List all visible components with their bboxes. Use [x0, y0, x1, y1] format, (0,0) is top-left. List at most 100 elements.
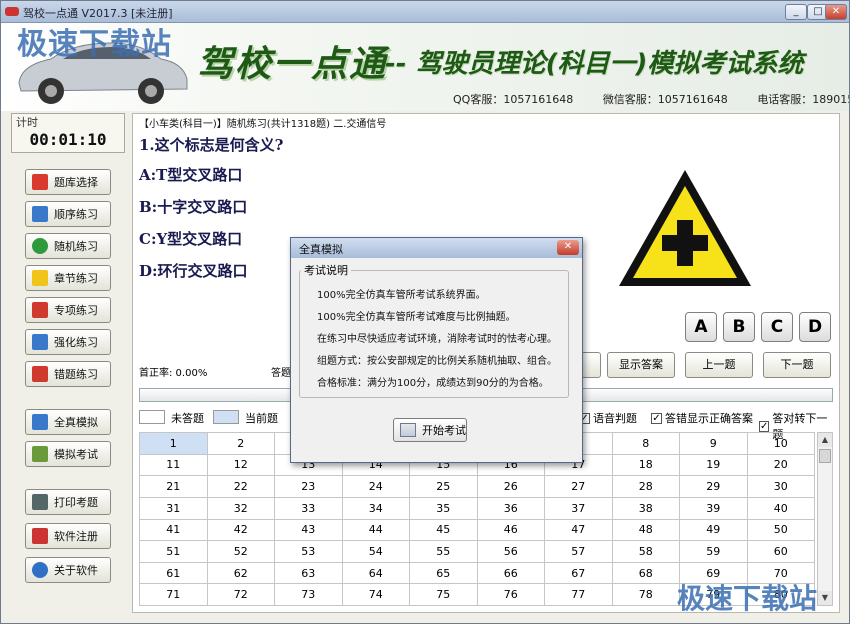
answer-b-button[interactable]: B: [723, 312, 755, 342]
scroll-thumb[interactable]: [819, 449, 831, 463]
register-software-button[interactable]: 软件注册: [25, 523, 111, 549]
question-cell[interactable]: 30: [746, 475, 815, 498]
question-cell[interactable]: 19: [679, 453, 748, 477]
question-cell[interactable]: 9: [679, 432, 748, 455]
question-cell[interactable]: 55: [409, 540, 478, 563]
question-cell[interactable]: 38: [611, 496, 680, 520]
answer-d-button[interactable]: D: [799, 312, 831, 342]
question-cell[interactable]: 48: [611, 518, 680, 542]
question-cell[interactable]: 34: [341, 496, 410, 520]
scroll-up-arrow[interactable]: ▲: [818, 433, 832, 447]
answer-c-button[interactable]: C: [761, 312, 793, 342]
sequential-practice-button[interactable]: 顺序练习: [25, 201, 111, 227]
question-cell[interactable]: 71: [139, 583, 208, 606]
option-c[interactable]: C:Y型交叉路口: [139, 228, 242, 249]
wrong-questions-button[interactable]: 错题练习: [25, 361, 111, 387]
question-cell[interactable]: 20: [746, 453, 815, 477]
question-cell[interactable]: 18: [611, 453, 680, 477]
about-software-button[interactable]: 关于软件: [25, 557, 111, 583]
question-cell[interactable]: 40: [746, 496, 815, 520]
question-cell[interactable]: 78: [611, 583, 680, 606]
option-d[interactable]: D:环行交叉路口: [139, 260, 248, 281]
question-cell[interactable]: 46: [476, 518, 545, 542]
question-cell[interactable]: 44: [341, 518, 410, 542]
question-cell[interactable]: 42: [206, 518, 275, 542]
topic-practice-button[interactable]: 专项练习: [25, 297, 111, 323]
question-cell[interactable]: 8: [611, 432, 680, 455]
question-cell[interactable]: 58: [611, 540, 680, 563]
start-exam-button[interactable]: 开始考试: [393, 418, 467, 442]
question-bank-button[interactable]: 题库选择: [25, 169, 111, 195]
question-cell[interactable]: 25: [409, 475, 478, 498]
question-cell[interactable]: 59: [679, 540, 748, 563]
show-answer-button[interactable]: 显示答案: [607, 352, 675, 378]
question-cell[interactable]: 77: [544, 583, 613, 606]
next-question-button[interactable]: 下一题: [763, 352, 831, 378]
question-cell[interactable]: 61: [139, 561, 208, 585]
question-cell[interactable]: 65: [409, 561, 478, 585]
question-cell[interactable]: 45: [409, 518, 478, 542]
question-cell[interactable]: 11: [139, 453, 208, 477]
question-cell[interactable]: 37: [544, 496, 613, 520]
intensive-practice-button[interactable]: 强化练习: [25, 329, 111, 355]
question-cell[interactable]: 21: [139, 475, 208, 498]
question-cell[interactable]: 26: [476, 475, 545, 498]
option-b[interactable]: B:十字交叉路口: [139, 196, 247, 217]
question-cell[interactable]: 23: [274, 475, 343, 498]
question-cell[interactable]: 57: [544, 540, 613, 563]
hidden-button-edge[interactable]: [581, 352, 601, 378]
question-cell[interactable]: 31: [139, 496, 208, 520]
close-button[interactable]: ✕: [825, 4, 847, 20]
question-cell[interactable]: 51: [139, 540, 208, 563]
option-a[interactable]: A:T型交叉路口: [139, 164, 242, 185]
question-cell[interactable]: 33: [274, 496, 343, 520]
mock-exam-button[interactable]: 模拟考试: [25, 441, 111, 467]
question-cell[interactable]: 56: [476, 540, 545, 563]
question-cell[interactable]: 12: [206, 453, 275, 477]
question-cell[interactable]: 50: [746, 518, 815, 542]
question-cell[interactable]: 54: [341, 540, 410, 563]
show-correct-answer-checkbox[interactable]: ✓ 答错显示正确答案: [651, 410, 753, 426]
question-cell[interactable]: 68: [611, 561, 680, 585]
question-cell[interactable]: 24: [341, 475, 410, 498]
print-questions-button[interactable]: 打印考题: [25, 489, 111, 515]
question-cell[interactable]: 41: [139, 518, 208, 542]
grid-scrollbar[interactable]: ▲ ▼: [817, 432, 833, 606]
question-cell[interactable]: 72: [206, 583, 275, 606]
question-cell[interactable]: 64: [341, 561, 410, 585]
question-cell[interactable]: 60: [746, 540, 815, 563]
question-cell[interactable]: 2: [206, 432, 275, 455]
question-cell[interactable]: 49: [679, 518, 748, 542]
question-cell[interactable]: 35: [409, 496, 478, 520]
question-cell[interactable]: 29: [679, 475, 748, 498]
question-cell[interactable]: 66: [476, 561, 545, 585]
chapter-practice-button[interactable]: 章节练习: [25, 265, 111, 291]
minimize-button[interactable]: _: [785, 4, 807, 20]
question-cell[interactable]: 74: [341, 583, 410, 606]
question-cell[interactable]: 73: [274, 583, 343, 606]
question-cell[interactable]: 43: [274, 518, 343, 542]
question-cell[interactable]: 36: [476, 496, 545, 520]
question-cell[interactable]: 32: [206, 496, 275, 520]
question-cell[interactable]: 27: [544, 475, 613, 498]
question-cell[interactable]: 10: [746, 432, 815, 455]
question-cell[interactable]: 22: [206, 475, 275, 498]
question-cell[interactable]: 76: [476, 583, 545, 606]
answer-a-button[interactable]: A: [685, 312, 717, 342]
question-cell[interactable]: 53: [274, 540, 343, 563]
question-cell[interactable]: 67: [544, 561, 613, 585]
full-simulation-button[interactable]: 全真模拟: [25, 409, 111, 435]
prev-question-button[interactable]: 上一题: [685, 352, 753, 378]
question-cell[interactable]: 47: [544, 518, 613, 542]
dialog-close-button[interactable]: ✕: [557, 240, 579, 255]
question-cell[interactable]: 39: [679, 496, 748, 520]
voice-judge-checkbox[interactable]: ✓ 语音判题: [579, 410, 637, 426]
question-cell[interactable]: 28: [611, 475, 680, 498]
question-cell[interactable]: 75: [409, 583, 478, 606]
question-cell[interactable]: 63: [274, 561, 343, 585]
scroll-down-arrow[interactable]: ▼: [818, 591, 832, 605]
random-practice-button[interactable]: 随机练习: [25, 233, 111, 259]
question-cell[interactable]: 1: [139, 432, 208, 455]
question-cell[interactable]: 62: [206, 561, 275, 585]
question-cell[interactable]: 52: [206, 540, 275, 563]
